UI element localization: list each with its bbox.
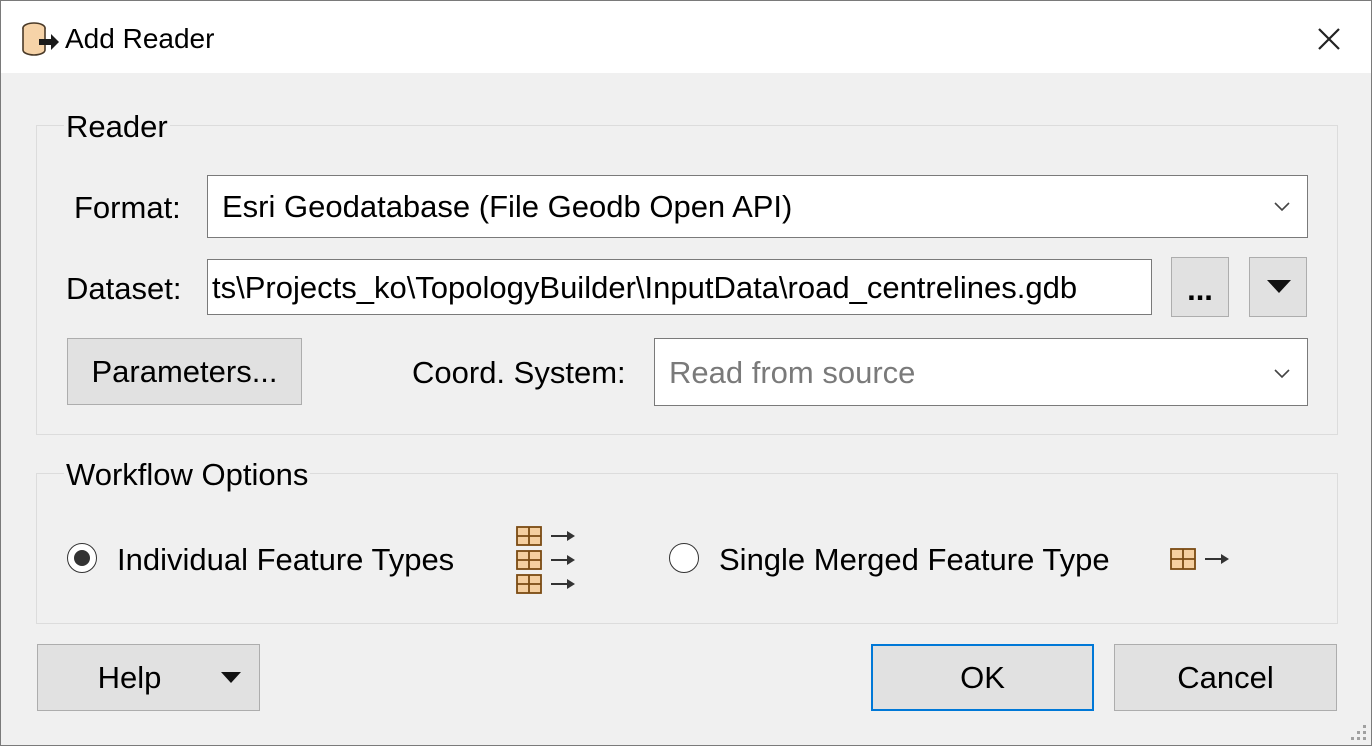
dataset-input[interactable]: ts\Projects_ko\TopologyBuilder\InputData…	[207, 259, 1152, 315]
triangle-down-icon	[1267, 280, 1291, 293]
ok-button[interactable]: OK	[871, 644, 1094, 711]
help-button[interactable]: Help	[37, 644, 260, 711]
reader-group-title: Reader	[64, 109, 170, 145]
format-dropdown[interactable]: Esri Geodatabase (File Geodb Open API)	[207, 175, 1308, 238]
browse-button[interactable]: ...	[1171, 257, 1229, 317]
parameters-button[interactable]: Parameters...	[67, 338, 302, 405]
coord-system-placeholder: Read from source	[669, 355, 916, 390]
radio-single-merged-feature-type[interactable]	[669, 543, 699, 573]
individual-feature-types-label[interactable]: Individual Feature Types	[117, 542, 454, 578]
radio-individual-feature-types[interactable]	[67, 543, 97, 573]
single-merged-feature-type-label[interactable]: Single Merged Feature Type	[719, 542, 1110, 578]
cancel-button[interactable]: Cancel	[1114, 644, 1337, 711]
multiple-feature-types-icon	[516, 526, 576, 594]
coord-system-label: Coord. System:	[412, 355, 626, 390]
format-label: Format:	[74, 190, 181, 225]
database-reader-icon	[22, 22, 59, 56]
radio-selected-dot	[73, 549, 90, 566]
resize-grip-icon[interactable]	[1347, 721, 1369, 743]
workflow-group-title: Workflow Options	[64, 457, 311, 493]
window-title: Add Reader	[65, 23, 215, 54]
coord-system-dropdown[interactable]: Read from source	[654, 338, 1308, 406]
chevron-down-icon	[1274, 202, 1290, 212]
title-bar: Add Reader	[1, 1, 1371, 73]
dataset-label: Dataset:	[66, 271, 182, 306]
dataset-menu-button[interactable]	[1249, 257, 1307, 317]
add-reader-dialog: Add Reader Reader Format: Esri Geodataba…	[0, 0, 1372, 746]
close-icon[interactable]	[1309, 19, 1349, 59]
format-value: Esri Geodatabase (File Geodb Open API)	[222, 189, 793, 224]
dataset-value: ts\Projects_ko\TopologyBuilder\InputData…	[212, 270, 1078, 305]
single-feature-type-icon	[1170, 548, 1229, 570]
triangle-down-icon	[221, 672, 241, 683]
chevron-down-icon	[1274, 369, 1290, 379]
